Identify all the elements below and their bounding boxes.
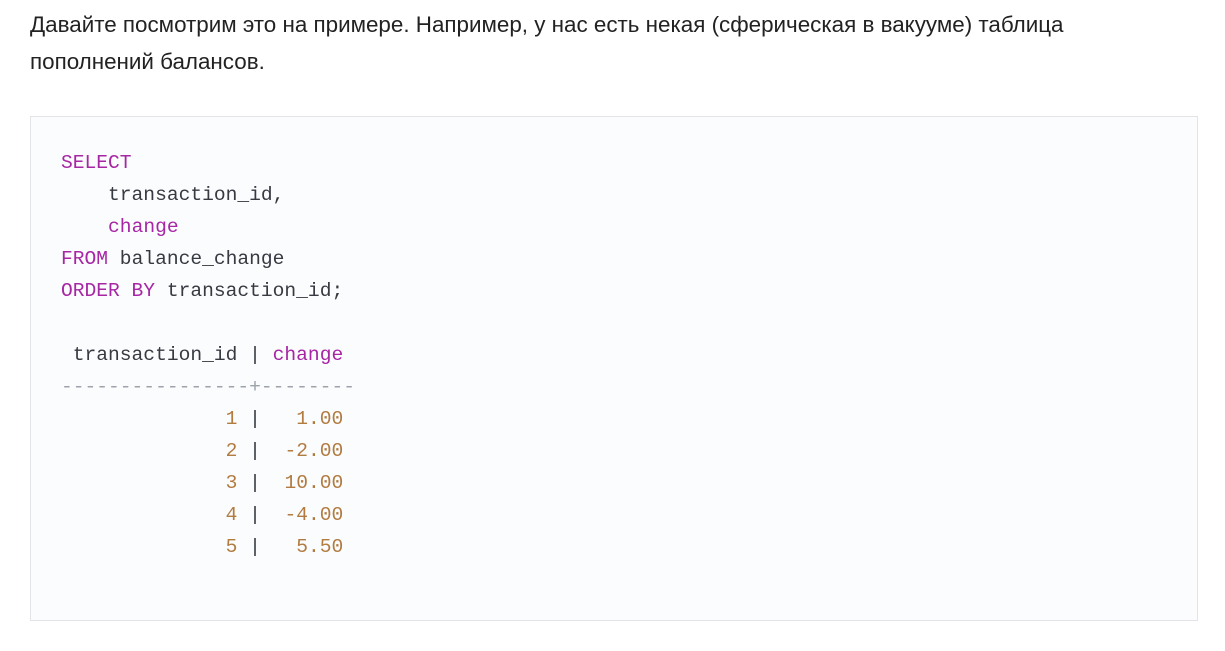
code-line-col2: change — [61, 211, 1167, 243]
intro-paragraph: Давайте посмотрим это на примере. Наприм… — [30, 12, 1064, 74]
result-separator: ----------------+-------- — [61, 371, 1167, 403]
result-header-change: change — [272, 344, 344, 366]
keyword-order-by: ORDER BY — [61, 280, 156, 302]
row-value-pad — [284, 536, 296, 558]
row-id-pad — [61, 408, 226, 430]
row-id-pad — [61, 504, 226, 526]
keyword-from: FROM — [61, 248, 109, 270]
code-line-from: FROM balance_change — [61, 243, 1167, 275]
order-column: transaction_id; — [155, 280, 344, 302]
result-header-left: transaction_id | — [61, 344, 273, 366]
keyword-select: SELECT — [61, 152, 132, 174]
code-block: SELECT transaction_id, change FROM balanc… — [30, 116, 1198, 621]
row-pipe: | — [237, 472, 285, 494]
row-id-pad — [61, 440, 226, 462]
result-row: 3 | 10.00 — [61, 467, 1167, 499]
code-line-order: ORDER BY transaction_id; — [61, 275, 1167, 307]
row-id: 1 — [225, 408, 238, 430]
row-pipe: | — [237, 408, 285, 430]
row-id: 4 — [225, 504, 238, 526]
row-value: 5.50 — [296, 536, 344, 558]
row-value: 10.00 — [284, 472, 344, 494]
row-value: 1.00 — [296, 408, 344, 430]
result-row: 1 | 1.00 — [61, 403, 1167, 435]
row-value: -4.00 — [284, 504, 344, 526]
code-line-col1: transaction_id, — [61, 179, 1167, 211]
result-header: transaction_id | change — [61, 339, 1167, 371]
row-pipe: | — [237, 440, 285, 462]
result-row: 5 | 5.50 — [61, 531, 1167, 563]
row-pipe: | — [237, 536, 285, 558]
row-pipe: | — [237, 504, 285, 526]
result-separator-line: ----------------+-------- — [61, 376, 355, 398]
row-value: -2.00 — [284, 440, 344, 462]
result-row: 4 | -4.00 — [61, 499, 1167, 531]
result-row: 2 | -2.00 — [61, 435, 1167, 467]
column-transaction-id: transaction_id, — [61, 184, 285, 206]
column-change: change — [108, 216, 179, 238]
row-id-pad — [61, 472, 226, 494]
row-id: 2 — [225, 440, 238, 462]
row-value-pad — [284, 408, 296, 430]
row-id: 3 — [225, 472, 238, 494]
row-id: 5 — [225, 536, 238, 558]
row-id-pad — [61, 536, 226, 558]
table-name: balance_change — [108, 248, 285, 270]
code-line-select: SELECT — [61, 147, 1167, 179]
code-content: SELECT transaction_id, change FROM balanc… — [61, 147, 1167, 563]
